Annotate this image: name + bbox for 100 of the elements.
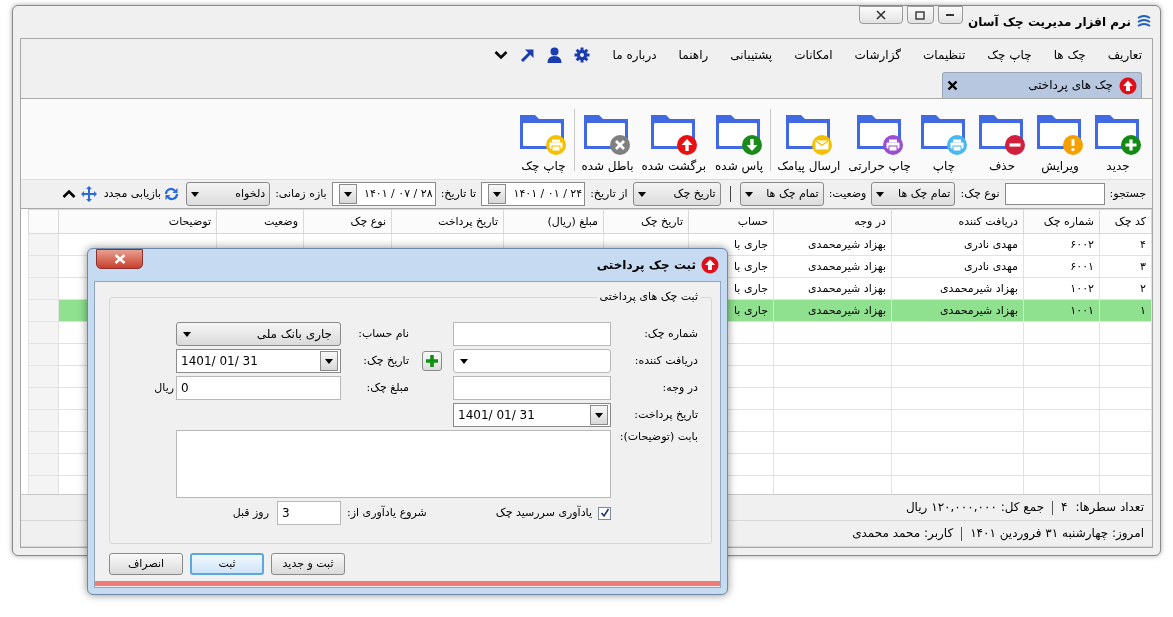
date-picker[interactable]: ۱۴۰۱ / ۰۱ / ۲۴	[481, 182, 586, 206]
column-header[interactable]: وضعیت	[216, 209, 304, 234]
caret-icon	[191, 191, 200, 197]
dropdown[interactable]: تمام چک ها	[739, 182, 824, 206]
toolbar-button[interactable]: پاس شده	[711, 110, 768, 173]
table-cell: بهزاد شیرمحمدی	[773, 255, 892, 278]
toolbar-button[interactable]: چاپ چک	[515, 110, 572, 173]
menu-item[interactable]: امکانات	[794, 47, 833, 63]
table-cell: بهزاد شیرمحمدی	[773, 277, 892, 300]
toolbar-button[interactable]: چاپ	[916, 110, 972, 173]
column-header[interactable]: دریافت کننده	[891, 209, 1024, 234]
table-cell: بهزاد شیرمحمدی	[773, 299, 892, 322]
input-field[interactable]	[453, 376, 611, 400]
menu-item[interactable]: راهنما	[678, 47, 709, 63]
table-cell: ۴	[1099, 233, 1152, 256]
table-cell: ۶۰۰۲	[1023, 233, 1100, 256]
column-header[interactable]: حساب	[688, 209, 774, 234]
move-icon[interactable]	[80, 186, 97, 202]
user-name: کاربر: محمد محمدی	[852, 526, 954, 541]
menu-item[interactable]: درباره ما	[612, 47, 657, 63]
cancel-button[interactable]: انصراف	[109, 553, 183, 575]
column-header[interactable]: در وجه	[773, 209, 892, 234]
add-button[interactable]	[422, 351, 442, 371]
toolbar-button[interactable]: ویرایش	[1032, 110, 1088, 173]
close-icon[interactable]	[947, 80, 958, 91]
table-cell: ۱۰۰۲	[1023, 277, 1100, 300]
caret-icon	[595, 412, 603, 418]
row-count: ۴	[1061, 500, 1068, 515]
column-header[interactable]: کد چک	[1099, 209, 1152, 234]
field-label: در وجه:	[661, 381, 699, 395]
close-icon	[113, 254, 126, 264]
minimize-button[interactable]	[937, 6, 963, 24]
table-cell: بهزاد شیرمحمدی	[773, 233, 892, 256]
maximize-button[interactable]	[906, 6, 934, 24]
filter-label: جستجو:	[1109, 187, 1146, 201]
description-field[interactable]	[176, 430, 611, 498]
field-label: شماره چک:	[643, 327, 699, 341]
dropdown[interactable]: تاریخ چک	[632, 182, 721, 206]
field-label: شروع یادآوری از:	[346, 506, 428, 520]
tab[interactable]: چک های پرداختی	[942, 72, 1142, 98]
save-and-new-button[interactable]: ثبت و جدید	[271, 553, 345, 575]
close-icon	[875, 10, 886, 20]
date-picker[interactable]: ۱۴۰۱ / ۰۷ / ۲۸	[331, 182, 436, 206]
caret-icon	[637, 191, 646, 197]
caret-icon	[460, 358, 468, 364]
menu-item[interactable]: تنظیمات	[923, 47, 966, 63]
input-field[interactable]: 3	[277, 501, 341, 525]
date-picker[interactable]: 1401/ 01/ 31	[453, 403, 611, 427]
dropdown-button[interactable]	[338, 184, 357, 204]
menu-item[interactable]: تعاریف	[1107, 47, 1142, 63]
field-label: دریافت کننده:	[633, 354, 699, 368]
caret-icon	[493, 191, 502, 197]
filter-label: تا تاریخ:	[440, 187, 477, 201]
field-label: تاریخ پرداخت:	[633, 408, 699, 422]
column-header[interactable]: مبلغ (ریال)	[503, 209, 604, 234]
close-button[interactable]	[858, 6, 903, 24]
filter-label: از تاریخ:	[590, 187, 628, 201]
table-cell: ۱۰۰۱	[1023, 299, 1100, 322]
maximize-icon	[915, 10, 926, 20]
column-header[interactable]: تاریخ پرداخت	[391, 209, 504, 234]
menu-item[interactable]: چاپ چک	[987, 47, 1032, 63]
unit-label: روز قبل	[232, 506, 269, 520]
toolbar-button[interactable]: ارسال پیامک	[774, 110, 844, 173]
dropdown[interactable]: دلخواه	[186, 182, 271, 206]
date-picker[interactable]: 1401/ 01/ 31	[176, 349, 341, 373]
settings-icon[interactable]	[574, 47, 591, 63]
save-button[interactable]: ثبت	[190, 553, 264, 575]
table-cell: مهدی نادری	[891, 233, 1024, 256]
menu-item[interactable]: گزارشات	[854, 47, 901, 63]
toolbar-button[interactable]: برگشت شده	[638, 110, 710, 173]
caret-icon	[183, 331, 191, 337]
dropdown-button[interactable]	[488, 184, 507, 204]
toolbar-button[interactable]: باطل شده	[578, 110, 637, 173]
dropdown-button[interactable]	[590, 405, 608, 425]
plus-icon	[425, 354, 439, 368]
input-field[interactable]: 0	[176, 376, 341, 400]
chevron-down-icon[interactable]	[494, 50, 509, 60]
dropdown-button[interactable]	[320, 351, 338, 371]
input-field[interactable]	[453, 322, 611, 346]
toolbar-button[interactable]: چاپ حرارتی	[845, 110, 914, 173]
column-header[interactable]: توضیحات	[58, 209, 217, 234]
filter-label: نوع چک:	[960, 187, 1000, 201]
user-icon[interactable]	[547, 47, 563, 63]
checkbox[interactable]	[598, 506, 611, 520]
column-header[interactable]: نوع چک	[303, 209, 392, 234]
dropdown[interactable]: جاری بانک ملی	[176, 322, 341, 346]
search-field[interactable]	[1004, 183, 1105, 205]
toolbar-button[interactable]: حذف	[974, 110, 1030, 173]
column-header[interactable]: شماره چک	[1023, 209, 1100, 234]
menu-item[interactable]: پشتیبانی	[730, 47, 773, 63]
arrow-icon[interactable]	[520, 47, 536, 63]
column-header[interactable]: تاریخ چک	[603, 209, 689, 234]
toolbar-button[interactable]: جدید	[1090, 110, 1146, 173]
dropdown[interactable]: تمام چک ها	[871, 182, 956, 206]
close-button[interactable]	[96, 249, 143, 269]
menu-item[interactable]: چک ها	[1053, 47, 1086, 63]
refresh-button[interactable]: بازیابی مجدد	[101, 187, 182, 201]
filter-label: بازه زمانی:	[275, 187, 327, 201]
field-label: بابت (توضیحات):	[618, 430, 699, 444]
chevron-up-icon[interactable]	[61, 189, 76, 199]
